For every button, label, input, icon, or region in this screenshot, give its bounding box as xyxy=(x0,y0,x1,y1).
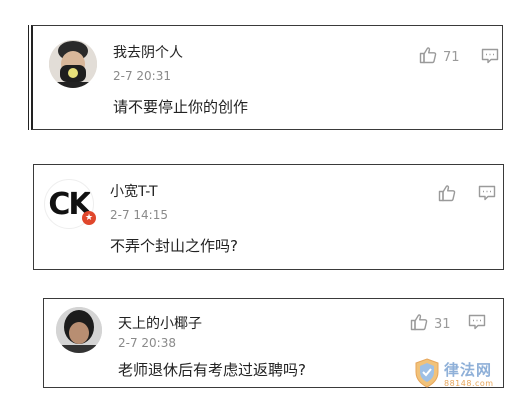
badge-icon: ★ xyxy=(82,211,96,225)
comment-text: 请不要停止你的创作 xyxy=(113,98,249,116)
comment-timestamp: 2-7 20:38 xyxy=(118,336,176,350)
watermark-url: 88148.com xyxy=(444,378,494,388)
like-count: 31 xyxy=(434,316,451,332)
like-count: 71 xyxy=(443,49,460,65)
comment-text: 不弄个封山之作吗? xyxy=(110,237,238,255)
like-button[interactable] xyxy=(438,184,462,206)
avatar[interactable] xyxy=(49,40,97,88)
comment-timestamp: 2-7 14:15 xyxy=(110,208,168,222)
comment-timestamp: 2-7 20:31 xyxy=(113,69,171,83)
thumbs-up-icon xyxy=(438,184,456,206)
comment-text: 老师退休后有考虑过返聘吗? xyxy=(118,361,306,379)
thumbs-up-icon xyxy=(419,46,437,68)
avatar[interactable] xyxy=(56,307,102,353)
watermark-title: 律法网 xyxy=(444,360,493,379)
comment-card: CK ★ 小宽T-T 2-7 14:15 不弄个封山之作吗? xyxy=(33,164,504,270)
comment-card: 我去阴个人 2-7 20:31 请不要停止你的创作 71 xyxy=(31,25,503,130)
comment-icon[interactable] xyxy=(478,185,496,205)
comment-icon[interactable] xyxy=(481,48,499,68)
comment-icon[interactable] xyxy=(468,314,486,334)
comment-username[interactable]: 天上的小椰子 xyxy=(118,313,202,333)
comment-username[interactable]: 我去阴个人 xyxy=(113,42,183,62)
like-button[interactable]: 31 xyxy=(410,313,451,335)
watermark: 律法网 88148.com xyxy=(414,358,494,392)
thumbs-up-icon xyxy=(410,313,428,335)
like-button[interactable]: 71 xyxy=(419,46,460,68)
shield-icon xyxy=(414,358,440,392)
comment-username[interactable]: 小宽T-T xyxy=(110,181,158,201)
